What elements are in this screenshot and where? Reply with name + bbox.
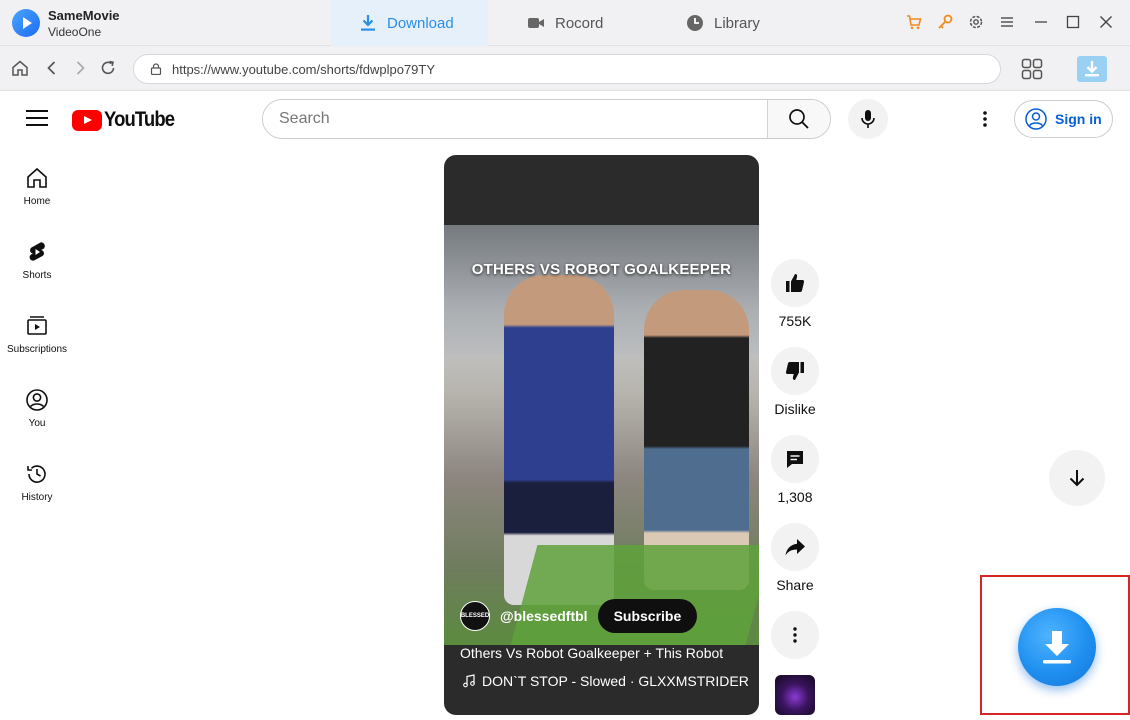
back-icon[interactable] bbox=[43, 59, 61, 77]
forward-icon[interactable] bbox=[71, 59, 89, 77]
sidebar-item-history[interactable]: History bbox=[0, 462, 74, 522]
youtube-play-icon bbox=[72, 109, 102, 131]
download-icon bbox=[361, 15, 375, 31]
sidebar-item-label: History bbox=[21, 492, 53, 503]
youtube-header: YouTube Sign in bbox=[0, 92, 1130, 148]
search-box bbox=[262, 99, 831, 139]
sidebar-item-subscriptions[interactable]: Subscriptions bbox=[0, 314, 74, 374]
menu-icon[interactable] bbox=[998, 13, 1016, 31]
channel-avatar[interactable]: BLESSED bbox=[460, 601, 490, 631]
browser-nav-bar: https://www.youtube.com/shorts/fdwplpo79… bbox=[0, 46, 1130, 91]
tab-library-label: Library bbox=[714, 14, 760, 32]
extensions-grid-icon[interactable] bbox=[1021, 58, 1043, 80]
like-button[interactable] bbox=[771, 259, 819, 307]
more-vertical-icon[interactable] bbox=[975, 109, 995, 129]
search-input[interactable] bbox=[263, 100, 769, 138]
video-camera-icon bbox=[528, 18, 544, 28]
minimize-icon[interactable] bbox=[1032, 13, 1050, 31]
tab-download-label: Download bbox=[387, 14, 454, 32]
share-action: Share bbox=[771, 523, 819, 593]
channel-handle[interactable]: @blessedftbl bbox=[500, 608, 588, 624]
youtube-logo-text: YouTube bbox=[104, 108, 175, 131]
video-frame[interactable]: OTHERS VS ROBOT GOALKEEPER bbox=[444, 225, 759, 645]
shorts-icon bbox=[29, 242, 45, 261]
voice-search-button[interactable] bbox=[848, 99, 888, 139]
video-overlay-title: OTHERS VS ROBOT GOALKEEPER bbox=[471, 261, 732, 278]
dislike-button[interactable] bbox=[771, 347, 819, 395]
comments-button[interactable] bbox=[771, 435, 819, 483]
home-icon bbox=[27, 167, 47, 188]
sidebar-item-label: Home bbox=[23, 196, 51, 207]
app-subtitle: VideoOne bbox=[48, 25, 102, 39]
sidebar-item-home[interactable]: Home bbox=[0, 166, 74, 226]
home-icon[interactable] bbox=[11, 59, 29, 77]
share-button[interactable] bbox=[771, 523, 819, 571]
clock-icon bbox=[687, 15, 703, 31]
like-action: 755K bbox=[771, 259, 819, 329]
sound-thumbnail[interactable] bbox=[775, 675, 815, 715]
sidebar-item-shorts[interactable]: Shorts bbox=[0, 240, 74, 300]
app-logo-icon bbox=[12, 9, 40, 37]
key-icon[interactable] bbox=[936, 13, 954, 31]
app-name: SameMovie bbox=[48, 8, 120, 23]
reload-icon[interactable] bbox=[99, 59, 117, 77]
comments-action: 1,308 bbox=[771, 435, 819, 505]
youtube-logo[interactable]: YouTube bbox=[72, 108, 184, 132]
arrow-down-icon bbox=[1069, 470, 1085, 487]
subscriptions-icon bbox=[27, 316, 47, 335]
like-count: 755K bbox=[778, 313, 812, 329]
comment-count: 1,308 bbox=[777, 489, 813, 505]
tab-record[interactable]: Rocord bbox=[527, 0, 603, 46]
sidebar-item-label: You bbox=[28, 418, 46, 429]
short-caption[interactable]: Others Vs Robot Goalkeeper + This Robot bbox=[460, 645, 723, 661]
floating-download-button[interactable] bbox=[1018, 608, 1096, 686]
tab-download[interactable]: Download bbox=[331, 0, 488, 46]
next-short-button[interactable] bbox=[1049, 450, 1105, 506]
more-vertical-icon bbox=[793, 627, 797, 643]
download-icon bbox=[1043, 631, 1071, 664]
address-bar[interactable]: https://www.youtube.com/shorts/fdwplpo79… bbox=[133, 54, 1001, 84]
search-button[interactable] bbox=[767, 100, 830, 138]
subscribe-button[interactable]: Subscribe bbox=[597, 599, 698, 633]
shorts-player[interactable]: OTHERS VS ROBOT GOALKEEPER BLESSED @bles… bbox=[444, 155, 759, 715]
history-icon bbox=[27, 465, 46, 483]
tab-library[interactable]: Library bbox=[686, 0, 760, 46]
search-icon bbox=[789, 109, 809, 129]
music-row[interactable]: DON`T STOP - Slowed · GLXXMSTRIDER bbox=[462, 673, 749, 689]
more-action bbox=[771, 611, 819, 659]
url-text: https://www.youtube.com/shorts/fdwplpo79… bbox=[172, 62, 436, 77]
account-icon bbox=[1025, 108, 1047, 130]
guide-menu-icon[interactable] bbox=[26, 110, 48, 128]
music-label: DON`T STOP - Slowed · GLXXMSTRIDER bbox=[482, 673, 749, 689]
sidebar-item-you[interactable]: You bbox=[0, 388, 74, 448]
lock-icon bbox=[150, 63, 162, 75]
channel-row: BLESSED @blessedftbl Subscribe bbox=[460, 599, 698, 633]
dislike-action: Dislike bbox=[771, 347, 819, 417]
close-icon[interactable] bbox=[1097, 13, 1115, 31]
download-list-icon[interactable] bbox=[1077, 56, 1107, 82]
maximize-icon[interactable] bbox=[1064, 13, 1082, 31]
tab-record-label: Rocord bbox=[555, 14, 604, 32]
sidebar-item-label: Subscriptions bbox=[6, 344, 68, 355]
comment-icon bbox=[787, 451, 803, 468]
share-arrow-icon bbox=[785, 539, 805, 556]
thumbs-down-icon bbox=[785, 362, 804, 380]
sign-in-label: Sign in bbox=[1055, 111, 1102, 127]
share-label: Share bbox=[776, 577, 814, 593]
thumbs-up-icon bbox=[786, 274, 805, 292]
app-title-bar: SameMovie VideoOne Download Rocord Libra… bbox=[0, 0, 1130, 46]
cart-icon[interactable] bbox=[905, 13, 923, 31]
music-note-icon bbox=[463, 674, 475, 688]
more-options-button[interactable] bbox=[771, 611, 819, 659]
gear-icon[interactable] bbox=[967, 13, 985, 31]
sidebar-item-label: Shorts bbox=[22, 270, 52, 281]
user-circle-icon bbox=[26, 389, 48, 411]
dislike-label: Dislike bbox=[774, 401, 816, 417]
microphone-icon bbox=[861, 110, 875, 128]
sign-in-button[interactable]: Sign in bbox=[1014, 100, 1113, 138]
